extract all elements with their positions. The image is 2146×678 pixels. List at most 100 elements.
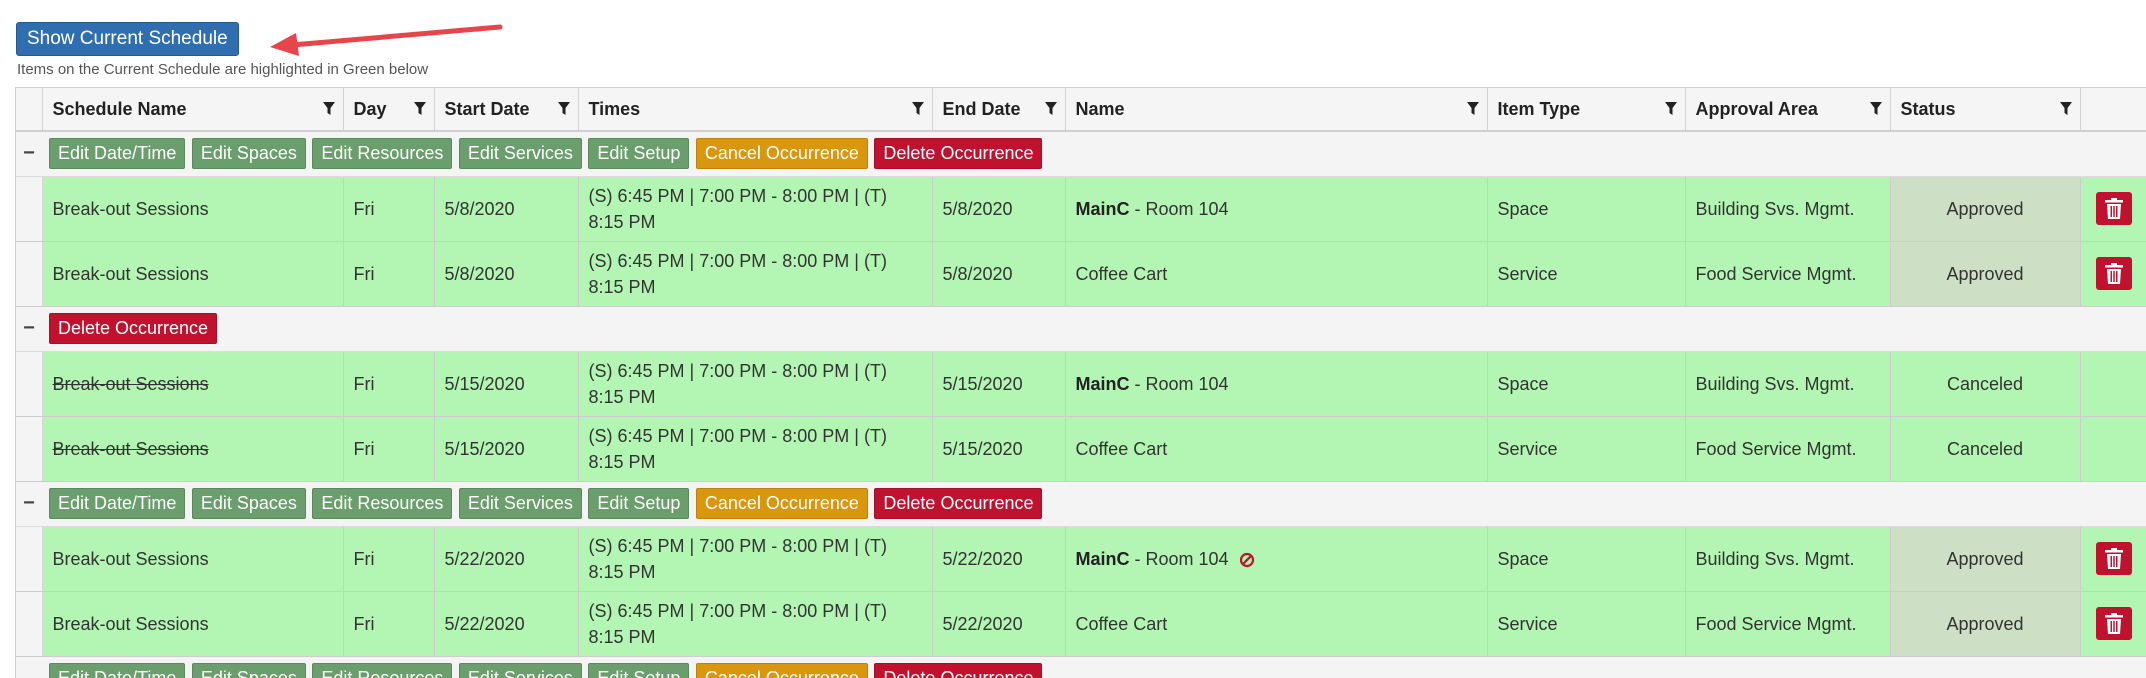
- end-date-cell: 5/15/2020: [932, 416, 1066, 482]
- delete-occurrence-button[interactable]: Delete Occurrence: [874, 488, 1043, 519]
- delete-cell: [2080, 416, 2146, 482]
- occurrence-actions: Delete Occurrence: [42, 306, 2146, 352]
- filter-icon[interactable]: [557, 102, 570, 116]
- show-current-schedule-button[interactable]: Show Current Schedule: [16, 22, 239, 56]
- status-cell: Approved: [1890, 591, 2081, 657]
- occurrence-grid: Schedule Name Day Start Date Times End D…: [15, 87, 2146, 678]
- table-row[interactable]: Break-out Sessions Fri 5/15/2020 (S) 6:4…: [16, 416, 2146, 482]
- filter-icon[interactable]: [322, 102, 335, 116]
- end-date-cell: 5/22/2020: [932, 591, 1066, 657]
- column-header-approval-area[interactable]: Approval Area: [1685, 88, 1891, 132]
- column-header-status[interactable]: Status: [1890, 88, 2081, 132]
- end-date-cell: 5/8/2020: [932, 241, 1066, 307]
- approval-area-cell: Building Svs. Mgmt.: [1685, 526, 1891, 592]
- no-symbol-icon: [1239, 552, 1254, 567]
- day-cell: Fri: [343, 176, 435, 242]
- delete-cell: [2080, 526, 2146, 592]
- approval-area-cell: Food Service Mgmt.: [1685, 591, 1891, 657]
- delete-item-button[interactable]: [2095, 607, 2132, 640]
- edit-resources-button[interactable]: Edit Resources: [312, 138, 453, 170]
- item-type-cell: Space: [1487, 176, 1686, 242]
- space-code: MainC: [1075, 198, 1130, 219]
- schedule-name-cell: Break-out Sessions: [42, 351, 344, 417]
- collapse-toggle[interactable]: −: [16, 481, 42, 527]
- edit-date-time-button[interactable]: Edit Date/Time: [49, 663, 186, 678]
- column-header-end-date[interactable]: End Date: [932, 88, 1066, 132]
- column-label: Approval Area: [1695, 98, 1818, 119]
- column-label: Times: [588, 98, 641, 119]
- edit-resources-button[interactable]: Edit Resources: [312, 663, 453, 678]
- times-cell: (S) 6:45 PM | 7:00 PM - 8:00 PM | (T) 8:…: [578, 351, 933, 417]
- cancel-occurrence-button[interactable]: Cancel Occurrence: [695, 663, 868, 678]
- day-cell: Fri: [343, 526, 435, 592]
- name-cell: Coffee Cart: [1065, 241, 1488, 307]
- filter-icon[interactable]: [911, 102, 924, 116]
- column-header-day[interactable]: Day: [343, 88, 435, 132]
- column-header-schedule-name[interactable]: Schedule Name: [42, 88, 344, 132]
- delete-item-button[interactable]: [2095, 192, 2132, 225]
- delete-occurrence-button[interactable]: Delete Occurrence: [49, 313, 218, 344]
- edit-date-time-button[interactable]: Edit Date/Time: [49, 138, 186, 170]
- item-type-cell: Service: [1487, 241, 1686, 307]
- column-label: Day: [353, 98, 387, 119]
- collapse-toggle[interactable]: −: [16, 306, 42, 352]
- edit-spaces-button[interactable]: Edit Spaces: [191, 138, 306, 170]
- table-row[interactable]: Break-out Sessions Fri 5/15/2020 (S) 6:4…: [16, 351, 2146, 417]
- column-header-start-date[interactable]: Start Date: [434, 88, 579, 132]
- filter-icon[interactable]: [413, 102, 426, 116]
- schedule-name-cell: Break-out Sessions: [42, 591, 344, 657]
- edit-setup-button[interactable]: Edit Setup: [588, 663, 690, 678]
- column-header-item-type[interactable]: Item Type: [1487, 88, 1686, 132]
- header-row: Schedule Name Day Start Date Times End D…: [16, 88, 2146, 132]
- column-header-name[interactable]: Name: [1065, 88, 1488, 132]
- filter-icon[interactable]: [1466, 102, 1479, 116]
- space-room: - Room 104: [1129, 373, 1229, 394]
- table-row[interactable]: Break-out Sessions Fri 5/22/2020 (S) 6:4…: [16, 526, 2146, 592]
- start-date-cell: 5/22/2020: [434, 591, 579, 657]
- approval-area-cell: Building Svs. Mgmt.: [1685, 351, 1891, 417]
- filter-icon[interactable]: [1664, 102, 1677, 116]
- table-row[interactable]: Break-out Sessions Fri 5/8/2020 (S) 6:45…: [16, 241, 2146, 307]
- item-type-cell: Space: [1487, 351, 1686, 417]
- collapse-toggle[interactable]: [16, 656, 42, 678]
- delete-occurrence-button[interactable]: Delete Occurrence: [874, 663, 1043, 678]
- filter-icon[interactable]: [2059, 102, 2072, 116]
- filter-icon[interactable]: [1044, 102, 1057, 116]
- edit-spaces-button[interactable]: Edit Spaces: [191, 663, 306, 678]
- delete-occurrence-button[interactable]: Delete Occurrence: [874, 138, 1043, 170]
- status-cell: Approved: [1890, 526, 2081, 592]
- cancel-occurrence-button[interactable]: Cancel Occurrence: [695, 488, 868, 519]
- trash-icon: [2104, 198, 2123, 219]
- edit-resources-button[interactable]: Edit Resources: [312, 488, 453, 519]
- name-cell: MainC - Room 104: [1065, 526, 1488, 592]
- edit-services-button[interactable]: Edit Services: [458, 663, 582, 678]
- edit-date-time-button[interactable]: Edit Date/Time: [49, 488, 186, 519]
- item-type-cell: Space: [1487, 526, 1686, 592]
- occurrence-group-header: − Delete Occurrence: [16, 306, 2146, 352]
- delete-item-button[interactable]: [2095, 542, 2132, 575]
- edit-spaces-button[interactable]: Edit Spaces: [191, 488, 306, 519]
- schedule-name-cell: Break-out Sessions: [42, 526, 344, 592]
- day-cell: Fri: [343, 241, 435, 307]
- filter-icon[interactable]: [1869, 102, 1882, 116]
- start-date-cell: 5/8/2020: [434, 241, 579, 307]
- header-actions-spacer: [2080, 88, 2146, 132]
- edit-services-button[interactable]: Edit Services: [458, 488, 582, 519]
- space-room: - Room 104: [1129, 548, 1229, 569]
- trash-icon: [2104, 263, 2123, 284]
- collapse-toggle[interactable]: −: [16, 131, 42, 177]
- table-row[interactable]: Break-out Sessions Fri 5/22/2020 (S) 6:4…: [16, 591, 2146, 657]
- column-label: Item Type: [1497, 98, 1581, 119]
- table-row[interactable]: Break-out Sessions Fri 5/8/2020 (S) 6:45…: [16, 176, 2146, 242]
- edit-setup-button[interactable]: Edit Setup: [588, 138, 690, 170]
- status-cell: Canceled: [1890, 416, 2081, 482]
- space-code: MainC: [1075, 548, 1130, 569]
- edit-services-button[interactable]: Edit Services: [458, 138, 582, 170]
- trash-icon: [2104, 613, 2123, 634]
- column-header-times[interactable]: Times: [578, 88, 933, 132]
- delete-item-button[interactable]: [2095, 257, 2132, 290]
- edit-setup-button[interactable]: Edit Setup: [588, 488, 690, 519]
- end-date-cell: 5/22/2020: [932, 526, 1066, 592]
- cancel-occurrence-button[interactable]: Cancel Occurrence: [695, 138, 868, 170]
- occurrence-actions: Edit Date/Time Edit Spaces Edit Resource…: [42, 131, 2146, 177]
